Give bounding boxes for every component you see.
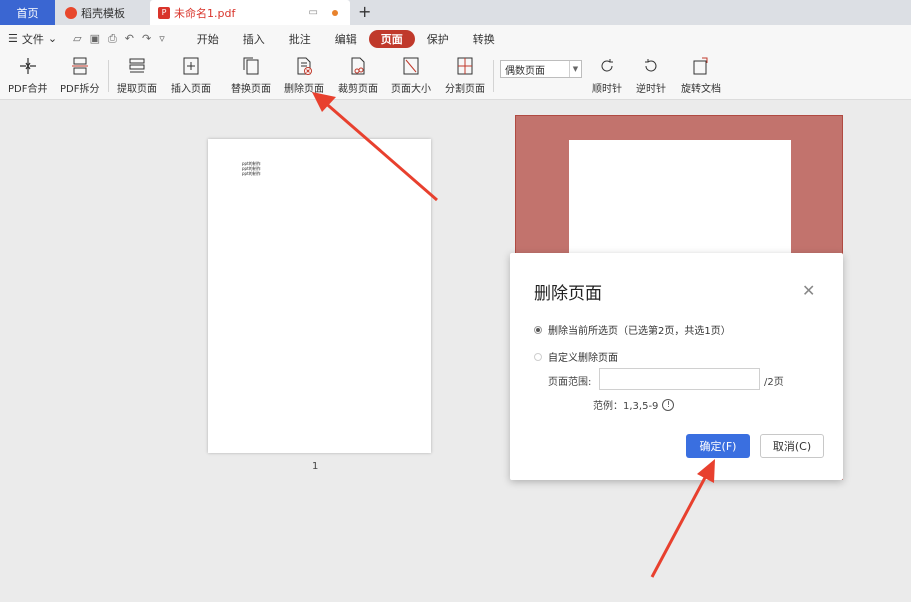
extract-page-label: 提取页面 <box>117 84 157 95</box>
ribbon-tabs: 开始 插入 批注 编辑 页面 保护 转换 <box>185 29 507 48</box>
page-size-label: 页面大小 <box>391 84 431 95</box>
rotate-counterclockwise-button[interactable]: 逆时针 <box>636 55 666 95</box>
replace-page-button[interactable]: 替换页面 <box>231 55 271 95</box>
rotate-document-label: 旋转文档 <box>681 84 721 95</box>
pdf-file-icon: P <box>158 6 170 19</box>
unsaved-dot-icon <box>332 9 338 16</box>
rotate-clockwise-icon <box>596 55 618 77</box>
page-toolbar: PDF合并 PDF拆分 提取页面 插入页面 替换页面 删除页面 裁剪页面 页面大… <box>0 52 911 100</box>
close-icon[interactable]: ✕ <box>802 281 815 300</box>
range-total: /2页 <box>764 377 784 388</box>
page-range-select-value: 偶数页面 <box>505 65 545 77</box>
pdf-split-label: PDF拆分 <box>60 84 100 95</box>
confirm-button[interactable]: 确定(F) <box>686 434 750 458</box>
page-thumbnail-1[interactable]: ppt的制作 ppt的制作 ppt的制作 <box>208 139 431 453</box>
range-label: 页面范围: <box>548 377 592 388</box>
rotate-document-icon <box>690 55 712 77</box>
replace-page-icon <box>240 55 262 77</box>
tab-convert[interactable]: 转换 <box>461 30 507 48</box>
delete-page-icon <box>293 55 315 77</box>
file-menu-label: 文件 <box>21 32 44 46</box>
crop-page-icon <box>347 55 369 77</box>
split-page-icon <box>454 55 476 77</box>
more-icon[interactable]: ▿ <box>159 32 165 46</box>
page-text-line: ppt的制作 <box>242 171 261 176</box>
tab-page[interactable]: 页面 <box>368 29 415 48</box>
rotate-clockwise-button[interactable]: 顺时针 <box>592 55 622 95</box>
tab-bar: 首页 稻壳模板 P 未命名1.pdf ▭ + <box>0 0 911 25</box>
menu-bar: ☰ 文件 ⌄ ▱ ▣ ⎙ ↶ ↷ ▿ 开始 插入 批注 编辑 页面 保护 转换 <box>0 25 911 52</box>
page-range-input[interactable] <box>599 368 760 390</box>
replace-page-label: 替换页面 <box>231 84 271 95</box>
file-menu[interactable]: ☰ 文件 ⌄ <box>8 31 57 47</box>
delete-page-button[interactable]: 删除页面 <box>284 55 324 95</box>
crop-page-label: 裁剪页面 <box>338 84 378 95</box>
tab-annotate[interactable]: 批注 <box>277 30 323 48</box>
insert-page-label: 插入页面 <box>171 84 211 95</box>
split-page-label: 分割页面 <box>445 84 485 95</box>
option-delete-current-label: 删除当前所选页（已选第2页，共选1页） <box>548 326 731 337</box>
page-range-select[interactable]: 偶数页面 ▼ <box>500 60 582 78</box>
info-icon[interactable]: ! <box>662 398 675 411</box>
print-icon[interactable]: ⎙ <box>108 32 117 46</box>
tab-template[interactable]: 稻壳模板 <box>57 0 147 25</box>
tab-start[interactable]: 开始 <box>185 30 231 48</box>
pdf-split-button[interactable]: PDF拆分 <box>60 55 99 95</box>
tab-protect[interactable]: 保护 <box>415 30 461 48</box>
page-content-text: ppt的制作 ppt的制作 ppt的制作 <box>242 161 261 176</box>
tab-home-label: 首页 <box>16 6 39 20</box>
insert-page-button[interactable]: 插入页面 <box>171 55 211 95</box>
pdf-merge-button[interactable]: PDF合并 <box>8 55 47 95</box>
range-example: 范例：1,3,5-9 ! <box>593 397 675 412</box>
crop-page-button[interactable]: 裁剪页面 <box>338 55 378 95</box>
extract-page-button[interactable]: 提取页面 <box>117 55 157 95</box>
split-page-button[interactable]: 分割页面 <box>445 55 485 95</box>
insert-page-icon <box>180 55 202 77</box>
toolbar-divider <box>108 60 109 92</box>
toolbar-divider <box>493 60 494 92</box>
pdf-merge-label: PDF合并 <box>8 84 48 95</box>
page-size-icon <box>400 55 422 77</box>
dialog-title: 删除页面 <box>534 284 602 304</box>
docer-logo-icon <box>65 6 77 19</box>
redo-icon[interactable]: ↷ <box>142 32 151 46</box>
delete-page-label: 删除页面 <box>284 84 324 95</box>
delete-page-dialog: 删除页面 ✕ 删除当前所选页（已选第2页，共选1页） 自定义删除页面 页面范围:… <box>510 253 843 480</box>
extract-page-icon <box>126 55 148 77</box>
range-example-text: 范例：1,3,5-9 <box>593 401 659 412</box>
option-custom-delete-label: 自定义删除页面 <box>548 353 618 364</box>
page-number-label: 1 <box>312 461 319 472</box>
tab-edit[interactable]: 编辑 <box>323 30 369 48</box>
tab-home[interactable]: 首页 <box>0 0 55 25</box>
rotate-counterclockwise-label: 逆时针 <box>636 84 666 95</box>
option-delete-current[interactable]: 删除当前所选页（已选第2页，共选1页） <box>534 322 731 337</box>
monitor-icon[interactable]: ▭ <box>309 7 318 18</box>
chevron-down-icon: ⌄ <box>47 32 58 45</box>
chevron-down-icon: ▼ <box>569 61 581 77</box>
tab-document-label: 未命名1.pdf <box>174 6 236 20</box>
open-folder-icon[interactable]: ▱ <box>73 32 81 46</box>
merge-icon <box>17 55 39 77</box>
option-custom-delete[interactable]: 自定义删除页面 <box>534 349 618 364</box>
save-icon[interactable]: ▣ <box>90 32 100 46</box>
page-size-button[interactable]: 页面大小 <box>391 55 431 95</box>
undo-icon[interactable]: ↶ <box>125 32 134 46</box>
rotate-counterclockwise-icon <box>640 55 662 77</box>
rotate-clockwise-label: 顺时针 <box>592 84 622 95</box>
new-tab-button[interactable]: + <box>358 2 371 21</box>
hamburger-icon: ☰ <box>8 32 18 45</box>
quick-access-toolbar: ▱ ▣ ⎙ ↶ ↷ ▿ <box>73 32 165 46</box>
tab-template-label: 稻壳模板 <box>81 6 125 20</box>
tab-insert[interactable]: 插入 <box>231 30 277 48</box>
tab-document[interactable]: P 未命名1.pdf ▭ <box>150 0 350 25</box>
split-icon <box>69 55 91 77</box>
page-thumbnail-2[interactable] <box>569 140 791 260</box>
radio-selected[interactable] <box>534 325 542 334</box>
rotate-document-button[interactable]: 旋转文档 <box>681 55 721 95</box>
cancel-button[interactable]: 取消(C) <box>760 434 824 458</box>
radio-unselected[interactable] <box>534 352 542 361</box>
